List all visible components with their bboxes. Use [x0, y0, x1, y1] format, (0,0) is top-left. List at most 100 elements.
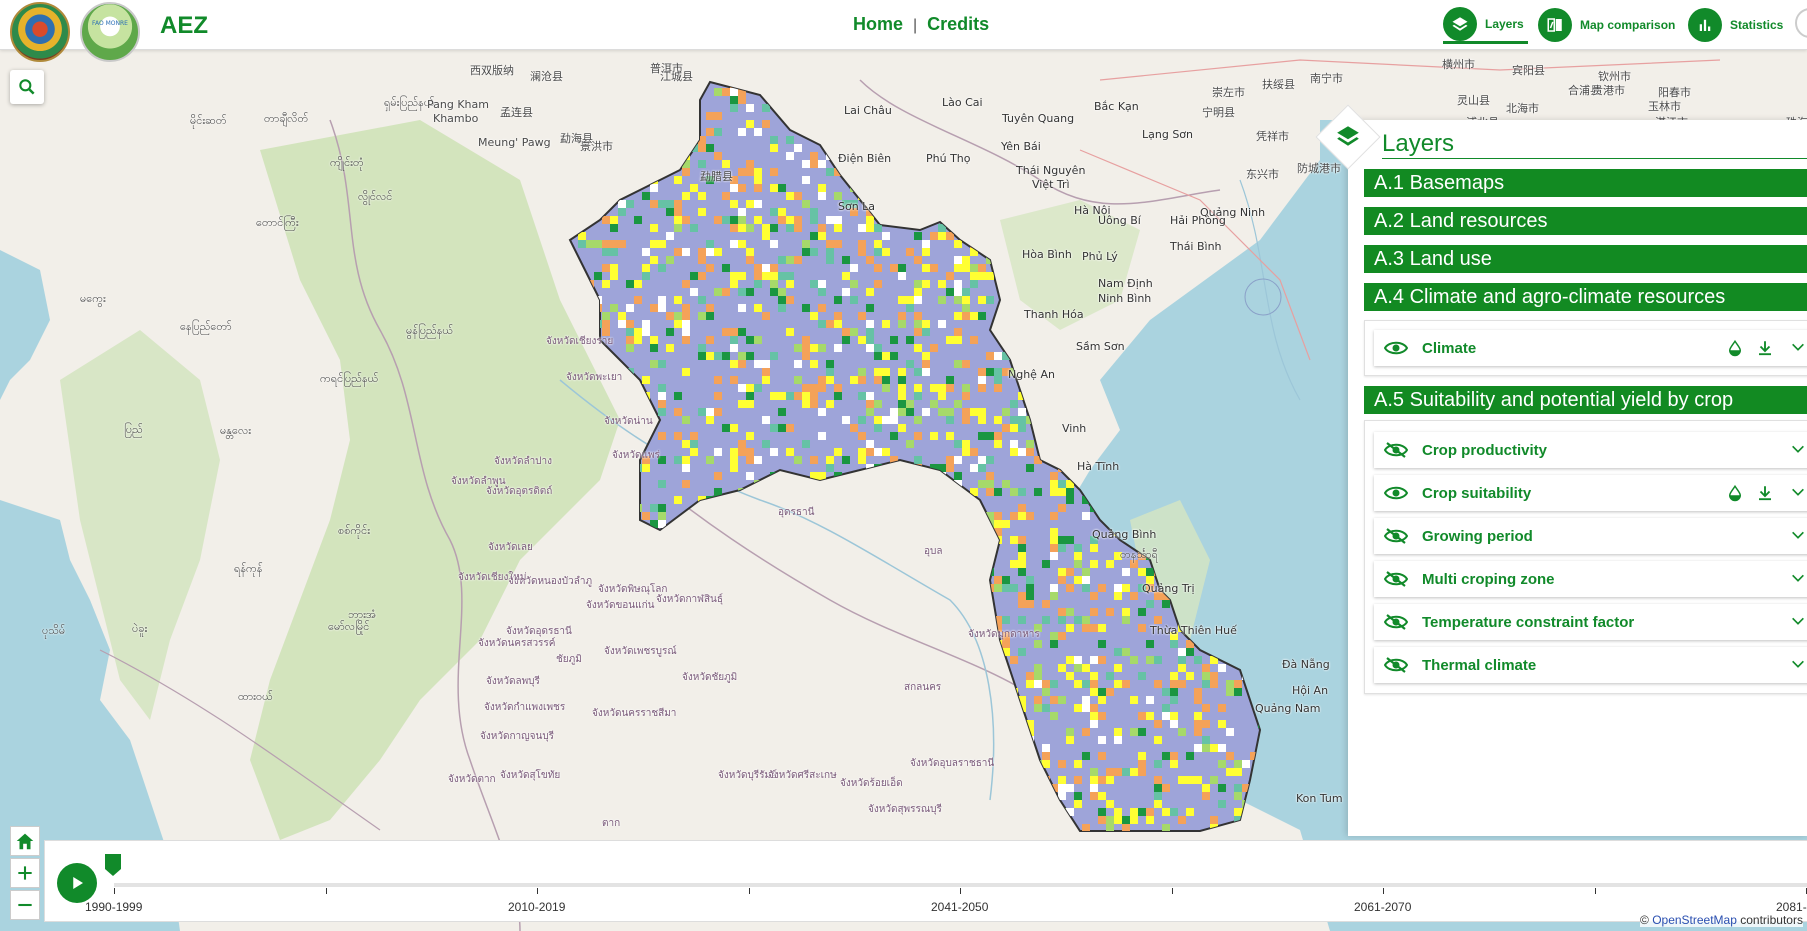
- map-compare-icon: [1538, 8, 1572, 42]
- map-label-vietnam: Hải Phòng: [1170, 214, 1226, 227]
- opacity-icon[interactable]: [1726, 484, 1744, 502]
- user-menu-button[interactable]: [1795, 8, 1807, 38]
- chevron-down-icon[interactable]: [1790, 484, 1806, 500]
- chevron-down-icon[interactable]: [1790, 527, 1806, 543]
- logo-text: FAO MONRE: [92, 20, 128, 27]
- opacity-icon[interactable]: [1726, 339, 1744, 357]
- play-icon: [73, 877, 83, 889]
- map-label-thailand: ชัยภูมิ: [556, 654, 582, 665]
- map-label-myanmar: တာချီလိတ်: [264, 112, 309, 125]
- map-label-thailand: จังหวัดลำพูน: [451, 476, 506, 487]
- chevron-down-icon[interactable]: [1790, 613, 1806, 629]
- map-label-china: 勐腊县: [700, 170, 733, 183]
- map-label-china: 勐海县: [560, 132, 593, 145]
- home-view-button[interactable]: [10, 826, 40, 856]
- map-label-vietnam: Nam Định: [1098, 277, 1153, 290]
- eye-off-icon[interactable]: [1384, 614, 1408, 630]
- map-label-thailand: จังหวัดศรีสะเกษ: [768, 770, 837, 781]
- tab-layers[interactable]: Layers: [1443, 6, 1528, 44]
- eye-off-icon[interactable]: [1384, 528, 1408, 544]
- map-label-thailand: จังหวัดสุพรรณบุรี: [868, 804, 942, 815]
- search-button[interactable]: [10, 70, 44, 104]
- map-label-myanmar: မော်လမြိုင်: [328, 620, 370, 633]
- map-label-myanmar: ပဲခူး: [132, 622, 148, 635]
- map-label-china: 玉林市: [1648, 100, 1681, 113]
- layer-label: Crop productivity: [1422, 441, 1548, 459]
- map-label-myanmar: တောင်ကြီး: [256, 216, 299, 229]
- map-label-vietnam: Yên Bái: [1001, 140, 1041, 153]
- map-label-myanmar: မွန်ပြည်နယ်: [406, 324, 454, 337]
- download-icon[interactable]: [1756, 339, 1774, 357]
- layer-row-multi-croping-zone[interactable]: Multi croping zone: [1374, 561, 1807, 597]
- map-label-thailand: อุดรธานี: [778, 507, 815, 518]
- map-label-thailand: จังหวัดชัยภูมิ: [682, 672, 738, 683]
- timeline-label[interactable]: 2041-2050: [931, 900, 988, 914]
- map-label-myanmar: လွိုင်လင်: [358, 190, 393, 203]
- section-suitability-yield[interactable]: A.5 Suitability and potential yield by c…: [1364, 386, 1807, 414]
- map-label-vietnam: Vinh: [1062, 422, 1087, 435]
- eye-off-icon[interactable]: [1384, 657, 1408, 673]
- eye-icon[interactable]: [1384, 340, 1408, 356]
- map-label-myanmar: မိုင်းဆတ်: [190, 114, 227, 127]
- nav-home-link[interactable]: Home: [853, 14, 903, 34]
- timeline-tick: [114, 888, 115, 894]
- timeline-label[interactable]: 2081-2090: [1776, 900, 1807, 914]
- map-label-myanmar: စစ်ကိုင်း: [338, 524, 371, 537]
- tab-statistics-label: Statistics: [1730, 18, 1784, 32]
- section-land-use[interactable]: A.3 Land use: [1364, 245, 1807, 273]
- map-label-thailand: จังหวัดตาก: [448, 774, 496, 785]
- layer-label: Multi croping zone: [1422, 570, 1555, 588]
- timeline-label[interactable]: 2061-2070: [1354, 900, 1411, 914]
- layer-row-thermal-climate[interactable]: Thermal climate: [1374, 647, 1807, 683]
- map-label-china: 防城港市: [1297, 162, 1341, 175]
- app-header: FAO MONRE AEZ Home | Credits Layers Map co…: [0, 0, 1807, 62]
- chevron-down-icon[interactable]: [1790, 441, 1806, 457]
- eye-off-icon[interactable]: [1384, 571, 1408, 587]
- map-label-thailand: จังหวัดพะเยา: [566, 372, 623, 383]
- timeline-label[interactable]: 2010-2019: [508, 900, 565, 914]
- chevron-down-icon[interactable]: [1790, 339, 1806, 355]
- zoom-out-button[interactable]: [10, 890, 40, 920]
- map-label-vietnam: Ninh Bình: [1098, 292, 1152, 305]
- eye-icon[interactable]: [1384, 485, 1408, 501]
- nav-credits-link[interactable]: Credits: [927, 14, 989, 34]
- chevron-down-icon[interactable]: [1790, 570, 1806, 586]
- map-label-vietnam: Sơn La: [838, 200, 876, 213]
- map-label-thailand: จังหวัดมุกดาหาร: [968, 629, 1040, 640]
- map-label-thailand: จังหวัดน่าน: [604, 416, 653, 427]
- map-label-vietnam: Bắc Kạn: [1094, 100, 1139, 113]
- section-land-resources[interactable]: A.2 Land resources: [1364, 207, 1807, 235]
- tab-statistics[interactable]: Statistics: [1688, 6, 1788, 44]
- layer-row-temperature-constraint-factor[interactable]: Temperature constraint factor: [1374, 604, 1807, 640]
- section-basemaps[interactable]: A.1 Basemaps: [1364, 169, 1807, 197]
- timeline-handle[interactable]: [104, 853, 122, 877]
- tab-map-comparison[interactable]: Map comparison: [1538, 6, 1677, 44]
- map-label-myanmar: ပြည်: [124, 423, 143, 436]
- map-label-china: 阳春市: [1658, 86, 1691, 99]
- tab-layers-label: Layers: [1485, 16, 1524, 31]
- layer-label: Growing period: [1422, 527, 1533, 545]
- attribution-link[interactable]: OpenStreetMap: [1652, 913, 1737, 927]
- layer-row-crop-suitability[interactable]: Crop suitability: [1374, 475, 1807, 511]
- eye-off-icon[interactable]: [1384, 442, 1408, 458]
- timeline-track[interactable]: [114, 883, 1807, 887]
- map-label-thailand: จังหวัดเชียงราย: [546, 336, 614, 347]
- layer-row-climate[interactable]: Climate: [1374, 330, 1807, 366]
- map-label-vietnam: Thừa Thiên Huế: [1150, 624, 1237, 637]
- download-icon[interactable]: [1756, 484, 1774, 502]
- zoom-in-button[interactable]: [10, 858, 40, 888]
- bar-chart-icon: [1688, 8, 1722, 42]
- map-label-thailand: จังหวัดเชียงใหม่: [458, 572, 527, 583]
- map-attribution: © OpenStreetMap contributors: [1640, 913, 1803, 927]
- timeline-label[interactable]: 1990-1999: [85, 900, 142, 914]
- layer-row-growing-period[interactable]: Growing period: [1374, 518, 1807, 554]
- map-label-myanmar: ထားဝယ်: [238, 690, 273, 703]
- section-climate-resources[interactable]: A.4 Climate and agro-climate resources: [1364, 283, 1807, 311]
- layer-row-crop-productivity[interactable]: Crop productivity: [1374, 432, 1807, 468]
- map-label-myanmar: ရန်ကုန်: [234, 562, 263, 575]
- app-title: AEZ: [160, 12, 208, 39]
- chevron-down-icon[interactable]: [1790, 656, 1806, 672]
- map-label-vietnam: Phủ Lý: [1082, 250, 1118, 263]
- government-logo: [10, 2, 70, 62]
- play-button[interactable]: [57, 863, 97, 903]
